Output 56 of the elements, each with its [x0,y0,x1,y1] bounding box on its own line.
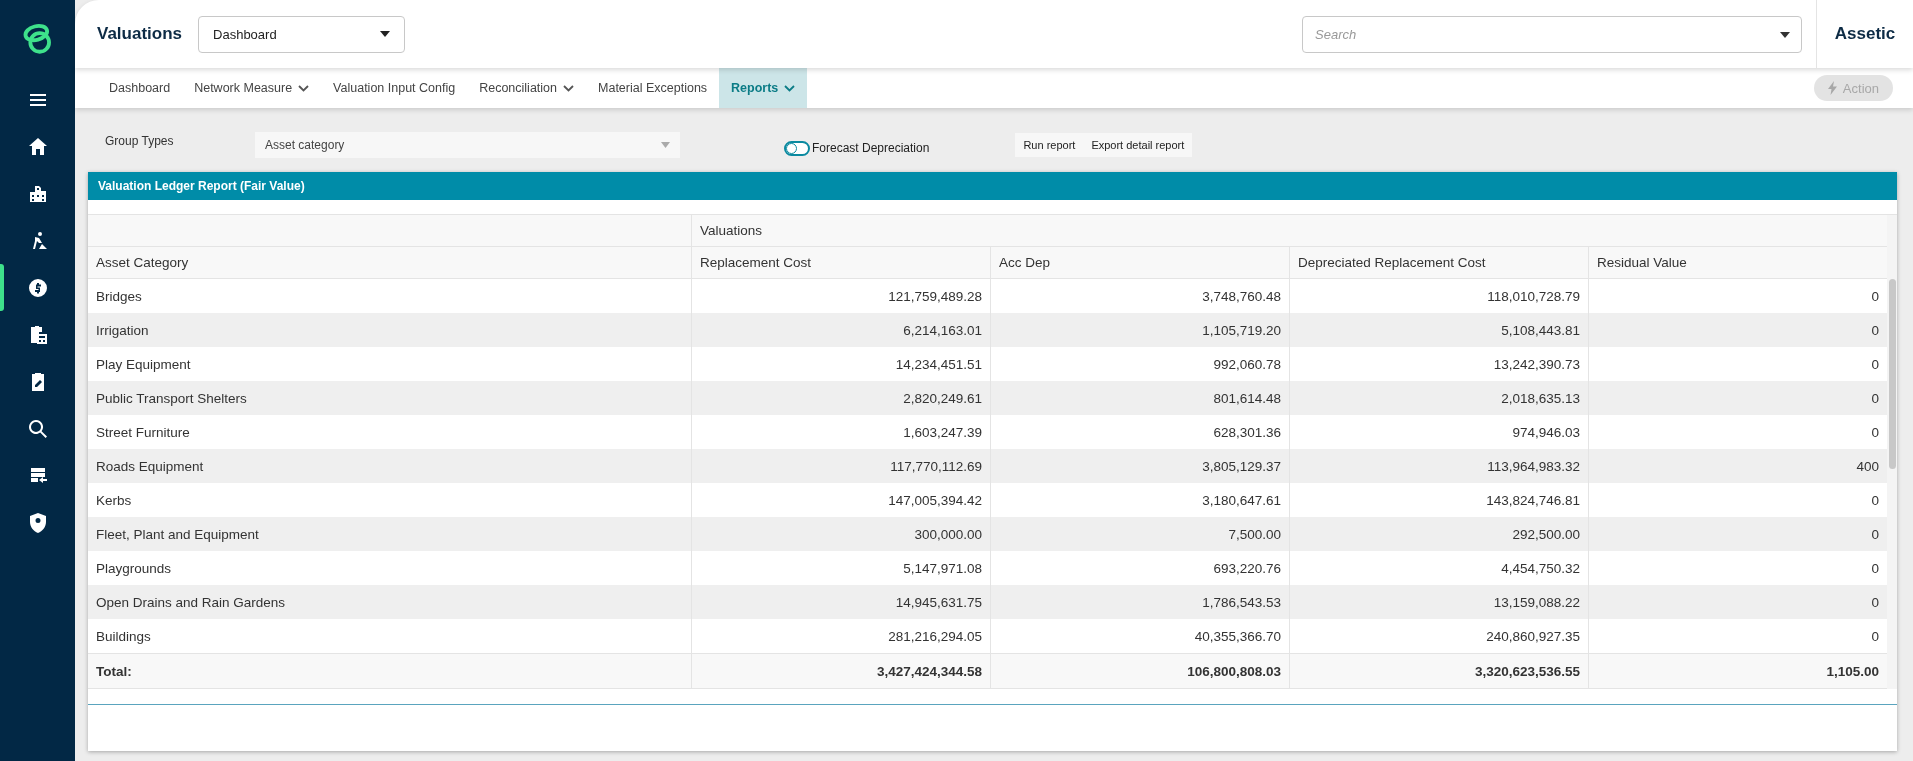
nav-tab[interactable]: Dashboard [97,68,183,108]
table-cell-text: Buildings [95,627,152,646]
chevron-down-icon [563,84,574,92]
forecast-label: Forecast Depreciation [812,141,930,155]
column-header: Replacement Cost [691,247,990,278]
lightning-icon [1827,81,1837,95]
table-cell: 801,614.48 [990,381,1289,415]
table-cell-text: Kerbs [95,491,133,510]
caret-icon [1780,31,1790,38]
chevron-down-icon [784,84,796,92]
scrollbar[interactable] [1887,215,1897,689]
nav-tab[interactable]: Reports [719,68,808,108]
toggle-switch[interactable] [784,140,810,156]
table-cell-text: Roads Equipment [95,457,205,476]
table-cell-text: Fleet, Plant and Equipment [95,525,260,544]
table-cell-text: Irrigation [95,321,150,340]
table-cell: 3,805,129.37 [990,449,1289,483]
table-cell: 5,108,443.81 [1289,313,1588,347]
table-cell: 1,786,543.53 [990,585,1289,619]
table-cell: 300,000.00 [691,517,990,551]
table-cell-text: Open Drains and Rain Gardens [95,593,287,612]
report-title: Valuation Ledger Report (Fair Value) [88,172,1897,200]
table-cell-text: Playgrounds [95,559,173,578]
table-cell-text: Bridges [95,287,143,306]
page-title: Valuations [97,24,183,44]
nav-tab[interactable]: Valuation Input Config [321,68,468,108]
table-cell-text: Play Equipment [95,355,192,374]
nav-tab[interactable]: Material Exceptions [586,68,720,108]
group-types-select[interactable]: Asset category [255,132,680,158]
table-cell: 13,159,088.22 [1289,585,1588,619]
column-header: Acc Dep [990,247,1289,278]
total-cell: 3,427,424,344.58 [691,654,990,688]
table-cell: 1,105,719.20 [990,313,1289,347]
table-cell: 2,018,635.13 [1289,381,1588,415]
table-cell: 2,820,249.61 [691,381,990,415]
table-cell-text: Public Transport Shelters [95,389,248,408]
table-cell: 117,770,112.69 [691,449,990,483]
table-cell: 292,500.00 [1289,517,1588,551]
column-header: Asset Category [95,254,190,272]
total-cell: 3,320,623,536.55 [1289,654,1588,688]
column-header: Depreciated Replacement Cost [1289,247,1588,278]
table-cell: 14,945,631.75 [691,585,990,619]
total-cell-text: Total: [95,662,133,681]
nav-tab[interactable]: Reconciliation [467,68,586,108]
caret-icon [380,31,391,37]
caret-icon [661,142,670,148]
view-select[interactable]: Dashboard [198,15,406,53]
group-types-label: Group Types [104,134,175,148]
table-cell: 6,214,163.01 [691,313,990,347]
table-cell-text: Street Furniture [95,423,191,442]
table-cell: 113,964,983.32 [1289,449,1588,483]
total-cell: 106,800,808.03 [990,654,1289,688]
nav-tab[interactable]: Network Measure [182,68,322,108]
table-cell: 7,500.00 [990,517,1289,551]
chevron-down-icon [298,84,310,92]
search-field[interactable]: Search [1302,15,1802,53]
